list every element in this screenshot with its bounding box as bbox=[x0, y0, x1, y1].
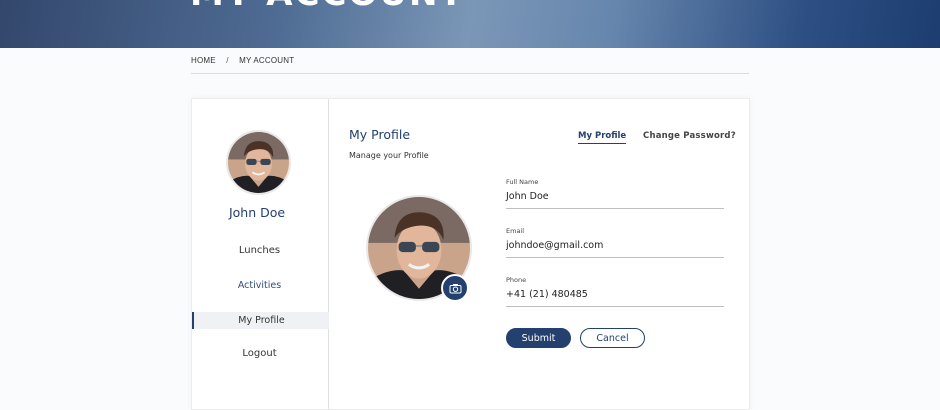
submit-button[interactable]: Submit bbox=[506, 328, 571, 348]
page-hero-title: MY ACCOUNT bbox=[190, 0, 465, 14]
tab-my-profile[interactable]: My Profile bbox=[578, 131, 627, 144]
cancel-button[interactable]: Cancel bbox=[580, 328, 645, 348]
account-sidebar: John Doe Lunches Activities My Profile L… bbox=[192, 99, 329, 409]
hero-banner: MY ACCOUNT bbox=[0, 0, 940, 48]
user-name: John Doe bbox=[228, 205, 286, 220]
breadcrumb-divider bbox=[191, 73, 749, 74]
phone-field: Phone +41 (21) 480485 bbox=[506, 276, 724, 307]
account-card: John Doe Lunches Activities My Profile L… bbox=[191, 98, 750, 410]
sidebar-avatar bbox=[226, 130, 291, 195]
breadcrumb-home[interactable]: HOME bbox=[191, 56, 216, 65]
profile-panel: My Profile Manage your Profile My Profil… bbox=[328, 99, 749, 409]
camera-icon bbox=[449, 283, 461, 293]
breadcrumb-separator: / bbox=[226, 56, 229, 65]
sidebar-item-logout[interactable]: Logout bbox=[192, 348, 327, 359]
phone-input[interactable]: +41 (21) 480485 bbox=[506, 289, 724, 307]
breadcrumb: HOME / MY ACCOUNT bbox=[191, 56, 294, 65]
full-name-field: Full Name John Doe bbox=[506, 178, 724, 209]
full-name-input[interactable]: John Doe bbox=[506, 191, 724, 209]
panel-title: My Profile bbox=[349, 127, 411, 142]
full-name-label: Full Name bbox=[506, 178, 539, 186]
phone-label: Phone bbox=[506, 276, 527, 284]
tab-change-password[interactable]: Change Password? bbox=[643, 131, 736, 141]
sidebar-item-my-profile[interactable]: My Profile bbox=[192, 312, 329, 329]
email-field: Email johndoe@gmail.com bbox=[506, 227, 724, 258]
sidebar-item-lunches[interactable]: Lunches bbox=[192, 245, 327, 256]
breadcrumb-current: MY ACCOUNT bbox=[239, 56, 295, 65]
avatar-upload-button[interactable] bbox=[441, 274, 469, 302]
sidebar-item-activities[interactable]: Activities bbox=[192, 280, 327, 291]
panel-subtitle: Manage your Profile bbox=[349, 151, 429, 160]
email-input[interactable]: johndoe@gmail.com bbox=[506, 240, 724, 258]
email-label: Email bbox=[506, 227, 525, 235]
